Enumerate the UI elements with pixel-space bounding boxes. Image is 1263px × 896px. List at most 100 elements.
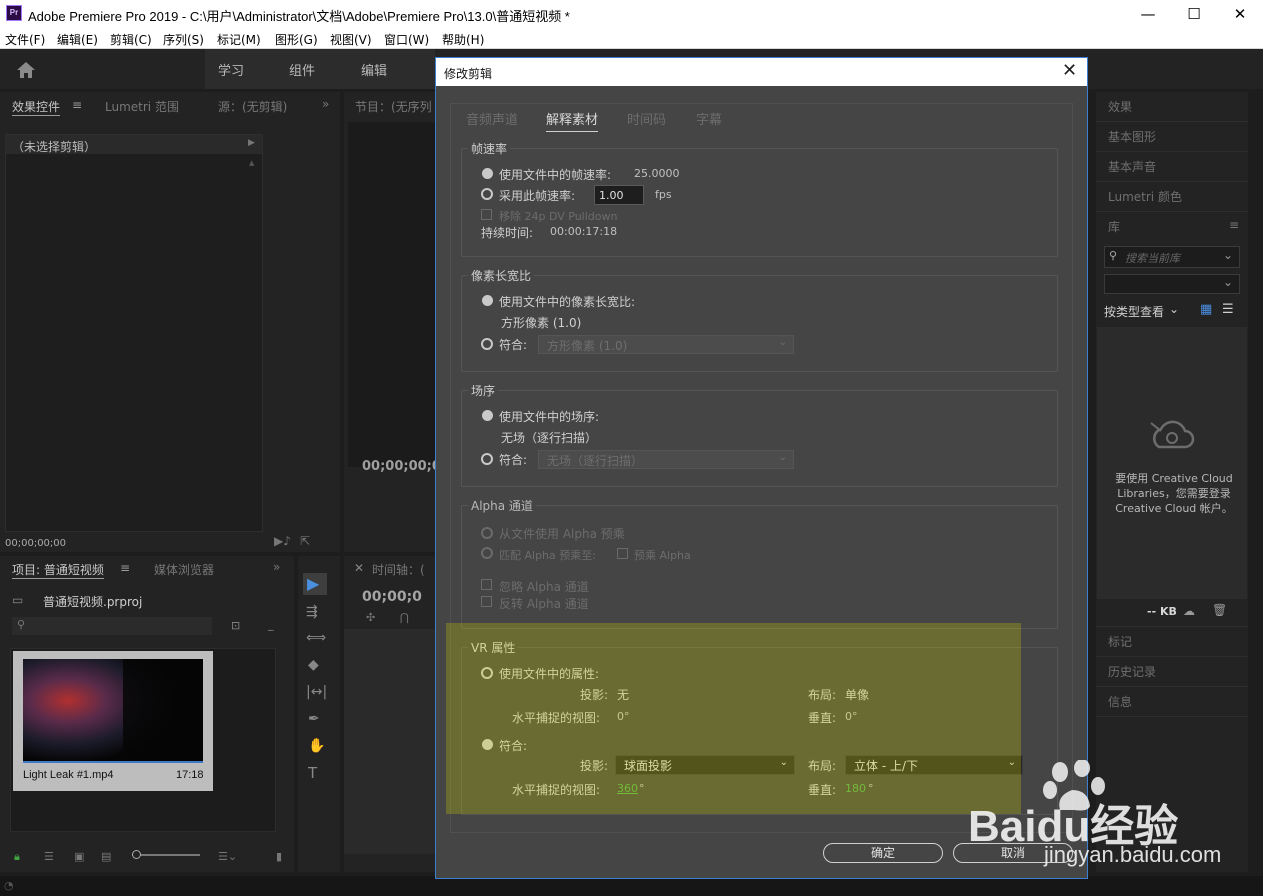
project-folder-icon: ▭: [12, 593, 24, 607]
tab-lumetri-scopes[interactable]: Lumetri 范围: [105, 98, 179, 115]
automate-icon[interactable]: ▮: [276, 850, 282, 863]
radio-alpha-match[interactable]: [481, 547, 493, 559]
view-by-type[interactable]: 按类型查看: [1104, 303, 1164, 320]
clip-thumbnail-card[interactable]: Light Leak #1.mp4 17:18: [13, 651, 213, 791]
icon-view-icon[interactable]: ▣: [74, 850, 84, 863]
menu-graphics[interactable]: 图形(G): [275, 31, 318, 48]
menu-window[interactable]: 窗口(W): [384, 31, 429, 48]
menu-sequence[interactable]: 序列(S): [163, 31, 204, 48]
menu-file[interactable]: 文件(F): [5, 31, 45, 48]
panel-essential-sound[interactable]: 基本声音: [1108, 158, 1156, 175]
premiere-app-icon: Pr: [6, 5, 22, 21]
panel-markers[interactable]: 标记: [1108, 633, 1132, 650]
radio-conform-pixel-aspect[interactable]: [481, 338, 493, 350]
list-view-icon[interactable]: ☰: [1222, 302, 1234, 317]
zoom-slider[interactable]: [132, 854, 200, 856]
field-order-select[interactable]: 无场（逐行扫描） ⌄: [538, 450, 794, 469]
workspace-learn[interactable]: 学习: [218, 60, 244, 79]
minimize-button[interactable]: —: [1125, 0, 1171, 28]
pen-tool-icon[interactable]: ✒: [308, 711, 320, 727]
sort-icon[interactable]: ☰⌄: [218, 850, 237, 863]
view-by-chevron-icon[interactable]: ⌄: [1169, 302, 1179, 316]
panel-essential-graphics[interactable]: 基本图形: [1108, 128, 1156, 145]
chevron-down-icon: ⌄: [1223, 275, 1234, 289]
razor-tool-icon[interactable]: ◆: [308, 657, 319, 673]
checkbox-premultiply-alpha[interactable]: [617, 548, 628, 559]
grid-view-icon[interactable]: ▦: [1200, 302, 1212, 317]
ok-button[interactable]: 确定: [823, 843, 943, 863]
timeline-close-icon[interactable]: ✕: [354, 561, 364, 575]
search-icon: ⚲: [1109, 249, 1118, 262]
checkbox-remove-pulldown[interactable]: [481, 209, 492, 220]
checkbox-invert-alpha[interactable]: [481, 596, 492, 607]
panel-history[interactable]: 历史记录: [1108, 663, 1156, 680]
type-tool-icon[interactable]: T: [308, 764, 317, 782]
tab-effect-controls[interactable]: 效果控件: [12, 98, 61, 116]
tab-interpret-footage[interactable]: 解释素材: [546, 109, 599, 132]
tab-project[interactable]: 项目: 普通短视频: [12, 561, 104, 579]
frame-rate-input[interactable]: 1.00: [594, 185, 644, 205]
tab-timecode[interactable]: 时间码: [627, 109, 666, 128]
radio-conform-field-order[interactable]: [481, 453, 493, 465]
menu-clip[interactable]: 剪辑(C): [110, 31, 152, 48]
project-panel-menu-icon[interactable]: ≡: [120, 561, 130, 575]
panel-lumetri-color[interactable]: Lumetri 颜色: [1108, 188, 1182, 205]
libraries-menu-icon[interactable]: ≡: [1229, 218, 1239, 232]
panel-overflow-icon[interactable]: »: [322, 97, 329, 111]
close-window-button[interactable]: ✕: [1217, 0, 1263, 28]
checkbox-ignore-alpha[interactable]: [481, 579, 492, 590]
export-icon[interactable]: ⇱: [300, 534, 310, 548]
menu-edit[interactable]: 编辑(E): [57, 31, 98, 48]
cloud-sync-icon[interactable]: ☁: [1183, 604, 1195, 618]
workspace-assembly[interactable]: 组件: [289, 60, 315, 79]
radio-use-file-frame-rate[interactable]: [482, 168, 493, 179]
library-select[interactable]: ⌄: [1104, 274, 1240, 294]
track-select-tool-icon[interactable]: ⇶: [306, 604, 318, 620]
tab-audio-channels[interactable]: 音频声道: [466, 109, 518, 128]
freeform-view-icon[interactable]: ▤: [101, 850, 111, 863]
project-search-input[interactable]: ⚲: [12, 617, 212, 635]
panel-effects[interactable]: 效果: [1108, 98, 1132, 115]
snap-icon[interactable]: ✣: [366, 611, 375, 624]
maximize-button[interactable]: ☐: [1171, 0, 1217, 28]
panel-libraries[interactable]: 库: [1108, 218, 1120, 235]
tab-program[interactable]: 节目：(无序列: [355, 98, 432, 115]
lock-icon[interactable]: 🔒︎: [14, 850, 20, 864]
linked-selection-icon[interactable]: ⋂: [400, 611, 409, 624]
audio-icon[interactable]: ▶♪: [274, 534, 291, 548]
menu-view[interactable]: 视图(V): [330, 31, 372, 48]
radio-assume-frame-rate[interactable]: [481, 188, 493, 200]
selection-tool-icon[interactable]: ▶: [307, 574, 319, 593]
pixel-aspect-select[interactable]: 方形像素 (1.0) ⌄: [538, 335, 794, 354]
scroll-up-icon[interactable]: ▲: [249, 159, 254, 167]
home-icon[interactable]: [16, 61, 36, 79]
zoom-slider-handle[interactable]: [132, 850, 141, 859]
ripple-edit-tool-icon[interactable]: ⟺: [306, 630, 326, 646]
chevron-down-icon: ⌄: [778, 337, 787, 348]
hand-tool-icon[interactable]: ✋: [308, 738, 325, 754]
library-size: -- KB: [1147, 605, 1177, 618]
baidu-watermark: Baidu经验 jingyan.baidu.com: [968, 760, 1258, 872]
tab-timeline[interactable]: 时间轴：(: [372, 561, 425, 578]
project-overflow-icon[interactable]: »: [273, 560, 280, 574]
trash-icon[interactable]: 🗑︎: [1212, 603, 1227, 617]
library-search-input[interactable]: ⚲ 搜索当前库 ⌄: [1104, 246, 1240, 268]
dialog-close-button[interactable]: ✕: [1062, 60, 1077, 81]
new-bin-icon[interactable]: ⊡: [231, 619, 240, 632]
tab-captions[interactable]: 字幕: [696, 109, 722, 128]
tab-source[interactable]: 源：(无剪辑): [218, 98, 287, 115]
tab-media-browser[interactable]: 媒体浏览器: [154, 561, 214, 578]
panel-menu-icon[interactable]: ≡: [72, 98, 82, 112]
panel-info[interactable]: 信息: [1108, 693, 1132, 710]
radio-use-file-field-order[interactable]: [482, 410, 493, 421]
slip-tool-icon[interactable]: |↔|: [306, 684, 327, 700]
list-view-icon[interactable]: ☰: [44, 850, 54, 863]
menu-help[interactable]: 帮助(H): [442, 31, 484, 48]
chevron-down-icon[interactable]: ⌄: [1223, 248, 1233, 262]
menu-marker[interactable]: 标记(M): [217, 31, 261, 48]
play-arrow-icon[interactable]: ▶: [248, 138, 255, 148]
radio-alpha-from-file[interactable]: [481, 527, 493, 539]
alpha-from-file-label: 从文件使用 Alpha 预乘: [499, 527, 625, 541]
radio-use-file-pixel-aspect[interactable]: [482, 295, 493, 306]
workspace-editing[interactable]: 编辑: [361, 60, 387, 79]
